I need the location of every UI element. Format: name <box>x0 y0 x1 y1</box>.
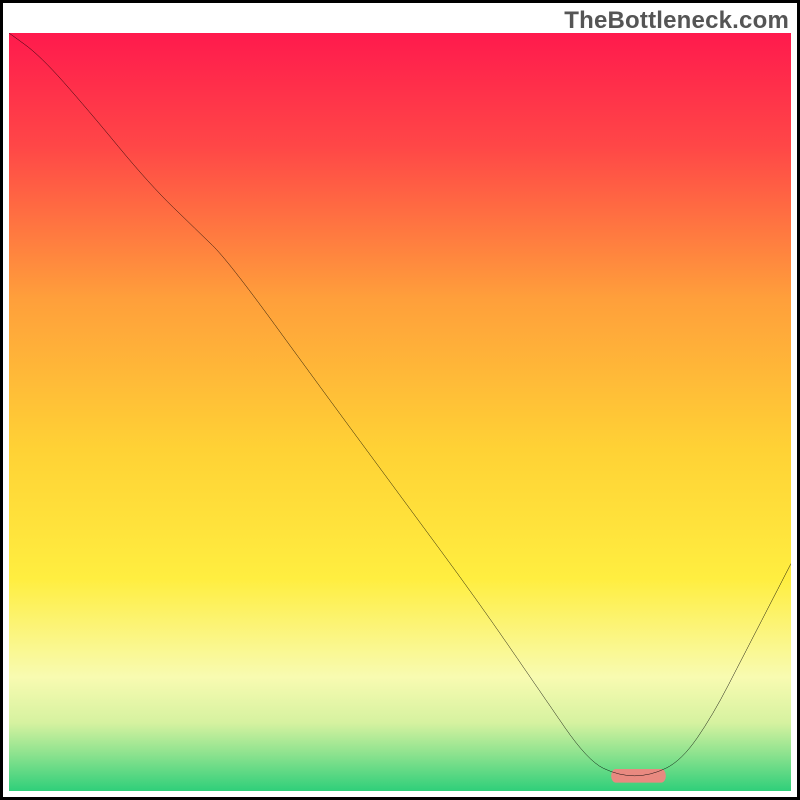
background-gradient <box>9 33 791 791</box>
chart-svg <box>9 33 791 791</box>
chart-frame: TheBottleneck.com <box>0 0 800 800</box>
plot-area <box>9 33 791 791</box>
watermark-text: TheBottleneck.com <box>564 7 789 35</box>
